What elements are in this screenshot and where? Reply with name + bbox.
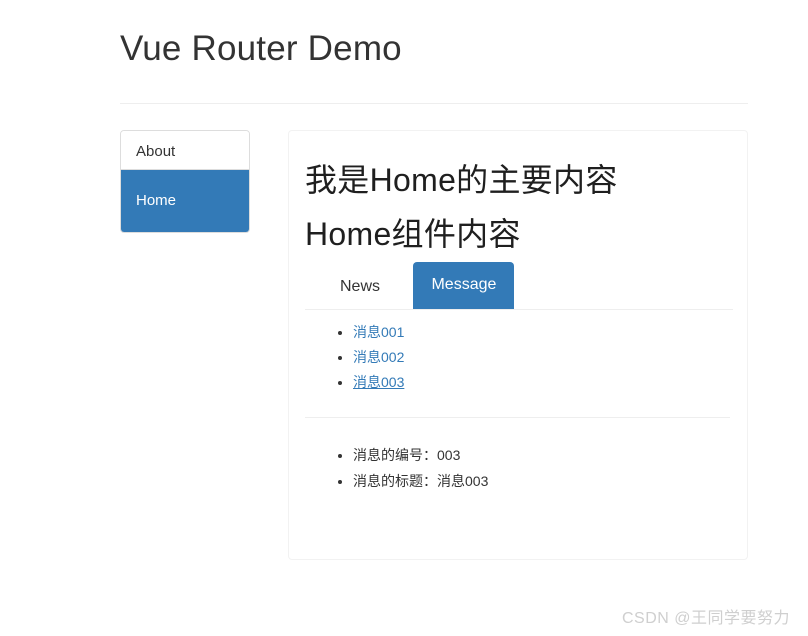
list-item: 消息003 <box>353 370 733 395</box>
message-detail-title: 消息的标题：消息003 <box>353 468 733 494</box>
main-content: 我是Home的主要内容 Home组件内容 News Message 消息001 … <box>305 160 733 494</box>
page-header: Vue Router Demo <box>120 29 748 69</box>
tab-news[interactable]: News <box>325 266 395 309</box>
tab-bar: News Message <box>305 262 733 310</box>
header-divider <box>120 103 748 104</box>
message-link-list: 消息001 消息002 消息003 <box>305 320 733 395</box>
page-title: Vue Router Demo <box>120 29 402 68</box>
watermark: CSDN @王同学要努力 <box>621 610 790 627</box>
message-link-003[interactable]: 消息003 <box>353 374 404 390</box>
message-link-001[interactable]: 消息001 <box>353 324 404 340</box>
sidebar-nav: About Home <box>120 130 250 233</box>
main-heading-secondary: Home组件内容 <box>305 216 521 252</box>
message-link-002[interactable]: 消息002 <box>353 349 404 365</box>
list-item: 消息002 <box>353 345 733 370</box>
tab-message[interactable]: Message <box>413 262 515 309</box>
detail-divider <box>305 417 730 418</box>
sidebar-item-home[interactable]: Home <box>121 170 249 232</box>
message-detail-list: 消息的编号：003 消息的标题：消息003 <box>305 442 733 494</box>
sidebar-item-about[interactable]: About <box>121 131 249 170</box>
list-item: 消息001 <box>353 320 733 345</box>
message-detail-id: 消息的编号：003 <box>353 442 733 468</box>
main-heading-primary: 我是Home的主要内容 <box>305 162 618 198</box>
